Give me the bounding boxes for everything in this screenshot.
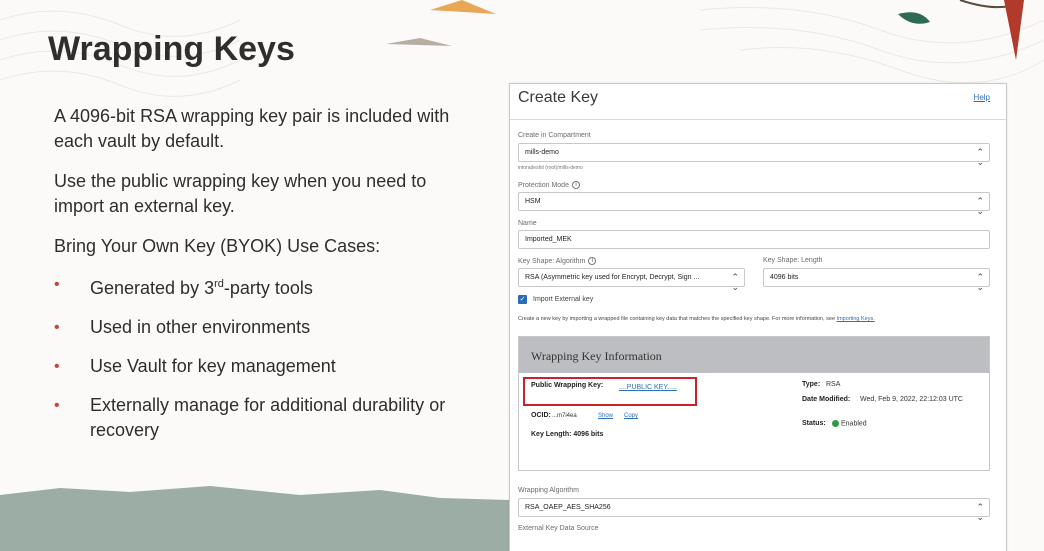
ocid-label: OCID: [531,412,551,419]
intro-paragraph: A 4096-bit RSA wrapping key pair is incl… [54,106,450,151]
usage-paragraph: Use the public wrapping key when you nee… [54,171,427,216]
bullet-icon: • [54,358,60,375]
compartment-path: intoradeshit (root)/mills-demo [518,165,583,171]
import-description: Create a new key by importing a wrapped … [518,316,875,322]
bullet-icon: • [54,276,60,293]
ocid-copy-link[interactable]: Copy [624,413,638,419]
compartment-select[interactable]: mills-demo ⌃ ⌄ [518,143,990,167]
info-icon[interactable]: i [588,257,597,265]
mountain-shape [0,486,509,551]
compartment-label: Create in Compartment [518,132,591,139]
protection-mode-select[interactable]: HSM ⌃ ⌄ [518,192,990,216]
ocid-value: ...m7i4ea [552,413,577,419]
import-external-label: Import External key [533,296,594,303]
wrapping-algorithm-select[interactable]: RSA_OAEP_AES_SHA256 ⌃ ⌄ [518,498,990,522]
status-badge: Enabled [832,420,867,427]
slide-title: Wrapping Keys [48,30,295,68]
select-chevron-icon: ⌃ ⌄ [976,272,984,292]
select-chevron-icon: ⌃ ⌄ [976,502,984,522]
use-case-list: • Generated by 3rd-party tools • Used in o… [54,272,474,457]
select-chevron-icon: ⌃ ⌄ [976,147,984,167]
public-key-link[interactable]: ....PUBLIC KEY..... [619,384,677,391]
wrapping-key-title: Wrapping Key Information [531,349,662,363]
import-external-checkbox[interactable]: ✓ [518,295,527,304]
status-dot-icon [832,420,839,427]
date-label: Date Modified: [802,396,851,403]
ocid-show-link[interactable]: Show [598,413,613,419]
external-source-label: External Key Data Source [518,525,599,532]
length-label: Key Shape: Length [763,257,823,264]
bullet-icon: • [54,319,60,336]
byok-heading: Bring Your Own Key (BYOK) Use Cases: [54,236,381,256]
wrapping-key-body: Public Wrapping Key: ....PUBLIC KEY.....… [519,373,989,470]
list-item: • Used in other environments [54,315,474,340]
name-input[interactable]: Imported_MEK [518,230,990,249]
list-item: • Generated by 3rd-party tools [54,272,474,301]
public-key-label: Public Wrapping Key: [531,382,604,389]
importing-keys-link[interactable]: Importing Keys. [837,316,875,322]
protection-mode-label: Protection Mode i [518,181,580,189]
select-chevron-icon: ⌃ ⌄ [976,196,984,216]
panel-header: Create Key Help [510,84,1006,120]
name-label: Name [518,220,537,227]
list-item: • Use Vault for key management [54,354,474,379]
type-value: RSA [826,381,841,388]
algorithm-label: Key Shape: Algorithm i [518,257,597,265]
algorithm-select[interactable]: RSA (Asymmetric key used for Encrypt, De… [518,268,745,292]
wrapping-key-info-box: Wrapping Key Information Public Wrapping… [518,336,990,471]
select-chevron-icon: ⌃ ⌄ [731,272,739,292]
list-item: • Externally manage for additional durabi… [54,395,446,440]
wrapping-key-header: Wrapping Key Information [519,337,989,373]
wrapping-algorithm-label: Wrapping Algorithm [518,487,579,494]
type-label: Type: [802,381,821,388]
info-icon[interactable]: i [571,181,580,189]
length-select[interactable]: 4096 bits ⌃ ⌄ [763,268,990,292]
status-label: Status: [802,420,826,427]
create-key-panel: Create Key Help Create in Compartment mi… [509,83,1007,551]
key-length-text: Key Length: 4096 bits [531,431,604,438]
bullet-icon: • [54,397,60,414]
panel-title: Create Key [518,89,599,106]
date-value: Wed, Feb 9, 2022, 22:12:03 UTC [860,396,963,403]
help-link[interactable]: Help [974,93,990,102]
